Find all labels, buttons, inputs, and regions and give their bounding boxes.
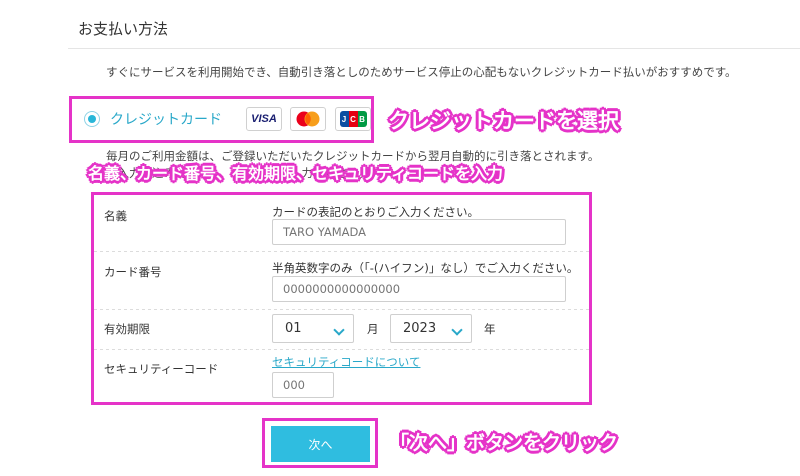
row-divider (94, 349, 589, 350)
expiry-year-value: 2023 (403, 321, 437, 336)
visa-logo-icon: VISA (246, 107, 282, 131)
jcb-logo-icon: J C B (335, 107, 371, 131)
year-unit: 年 (484, 322, 496, 336)
security-code-label: セキュリティーコード (104, 362, 219, 376)
card-number-input[interactable] (272, 276, 566, 302)
expiry-month-select[interactable]: 01 (272, 314, 354, 343)
credit-card-label[interactable]: クレジットカード (110, 109, 222, 129)
name-label: 名義 (104, 209, 127, 223)
security-code-input[interactable] (272, 372, 334, 398)
section-divider (68, 48, 800, 49)
section-description: すぐにサービスを利用開始でき、自動引き落としのためサービス停止の心配もないクレジ… (106, 65, 737, 79)
expiry-year-select[interactable]: 2023 (390, 314, 472, 343)
expiry-month-value: 01 (285, 321, 302, 336)
card-number-label: カード番号 (104, 265, 162, 279)
name-input[interactable] (272, 219, 566, 245)
section-title: お支払い方法 (78, 20, 169, 38)
row-divider (94, 251, 589, 252)
annotation-enter-fields: 名義、カード番号、有効期限、セキュリティコードを入力 (88, 164, 504, 183)
expiry-label: 有効期限 (104, 322, 150, 336)
next-button[interactable]: 次へ (271, 426, 370, 462)
annotation-click-next: 「次へ」ボタンをクリック (390, 432, 619, 454)
credit-card-radio[interactable] (84, 111, 100, 127)
security-code-help-link[interactable]: セキュリティコードについて (272, 354, 420, 370)
chevron-down-icon (451, 324, 463, 336)
name-hint: カードの表記のとおりご入力ください。 (272, 205, 479, 219)
chevron-down-icon (333, 324, 345, 336)
card-number-hint: 半角英数字のみ（「-(ハイフン)」なし）でご入力ください。 (272, 261, 579, 275)
month-unit: 月 (367, 322, 379, 336)
row-divider (94, 309, 589, 310)
mastercard-logo-icon (290, 107, 326, 131)
annotation-select-card: クレジットカードを選択 (388, 109, 619, 133)
